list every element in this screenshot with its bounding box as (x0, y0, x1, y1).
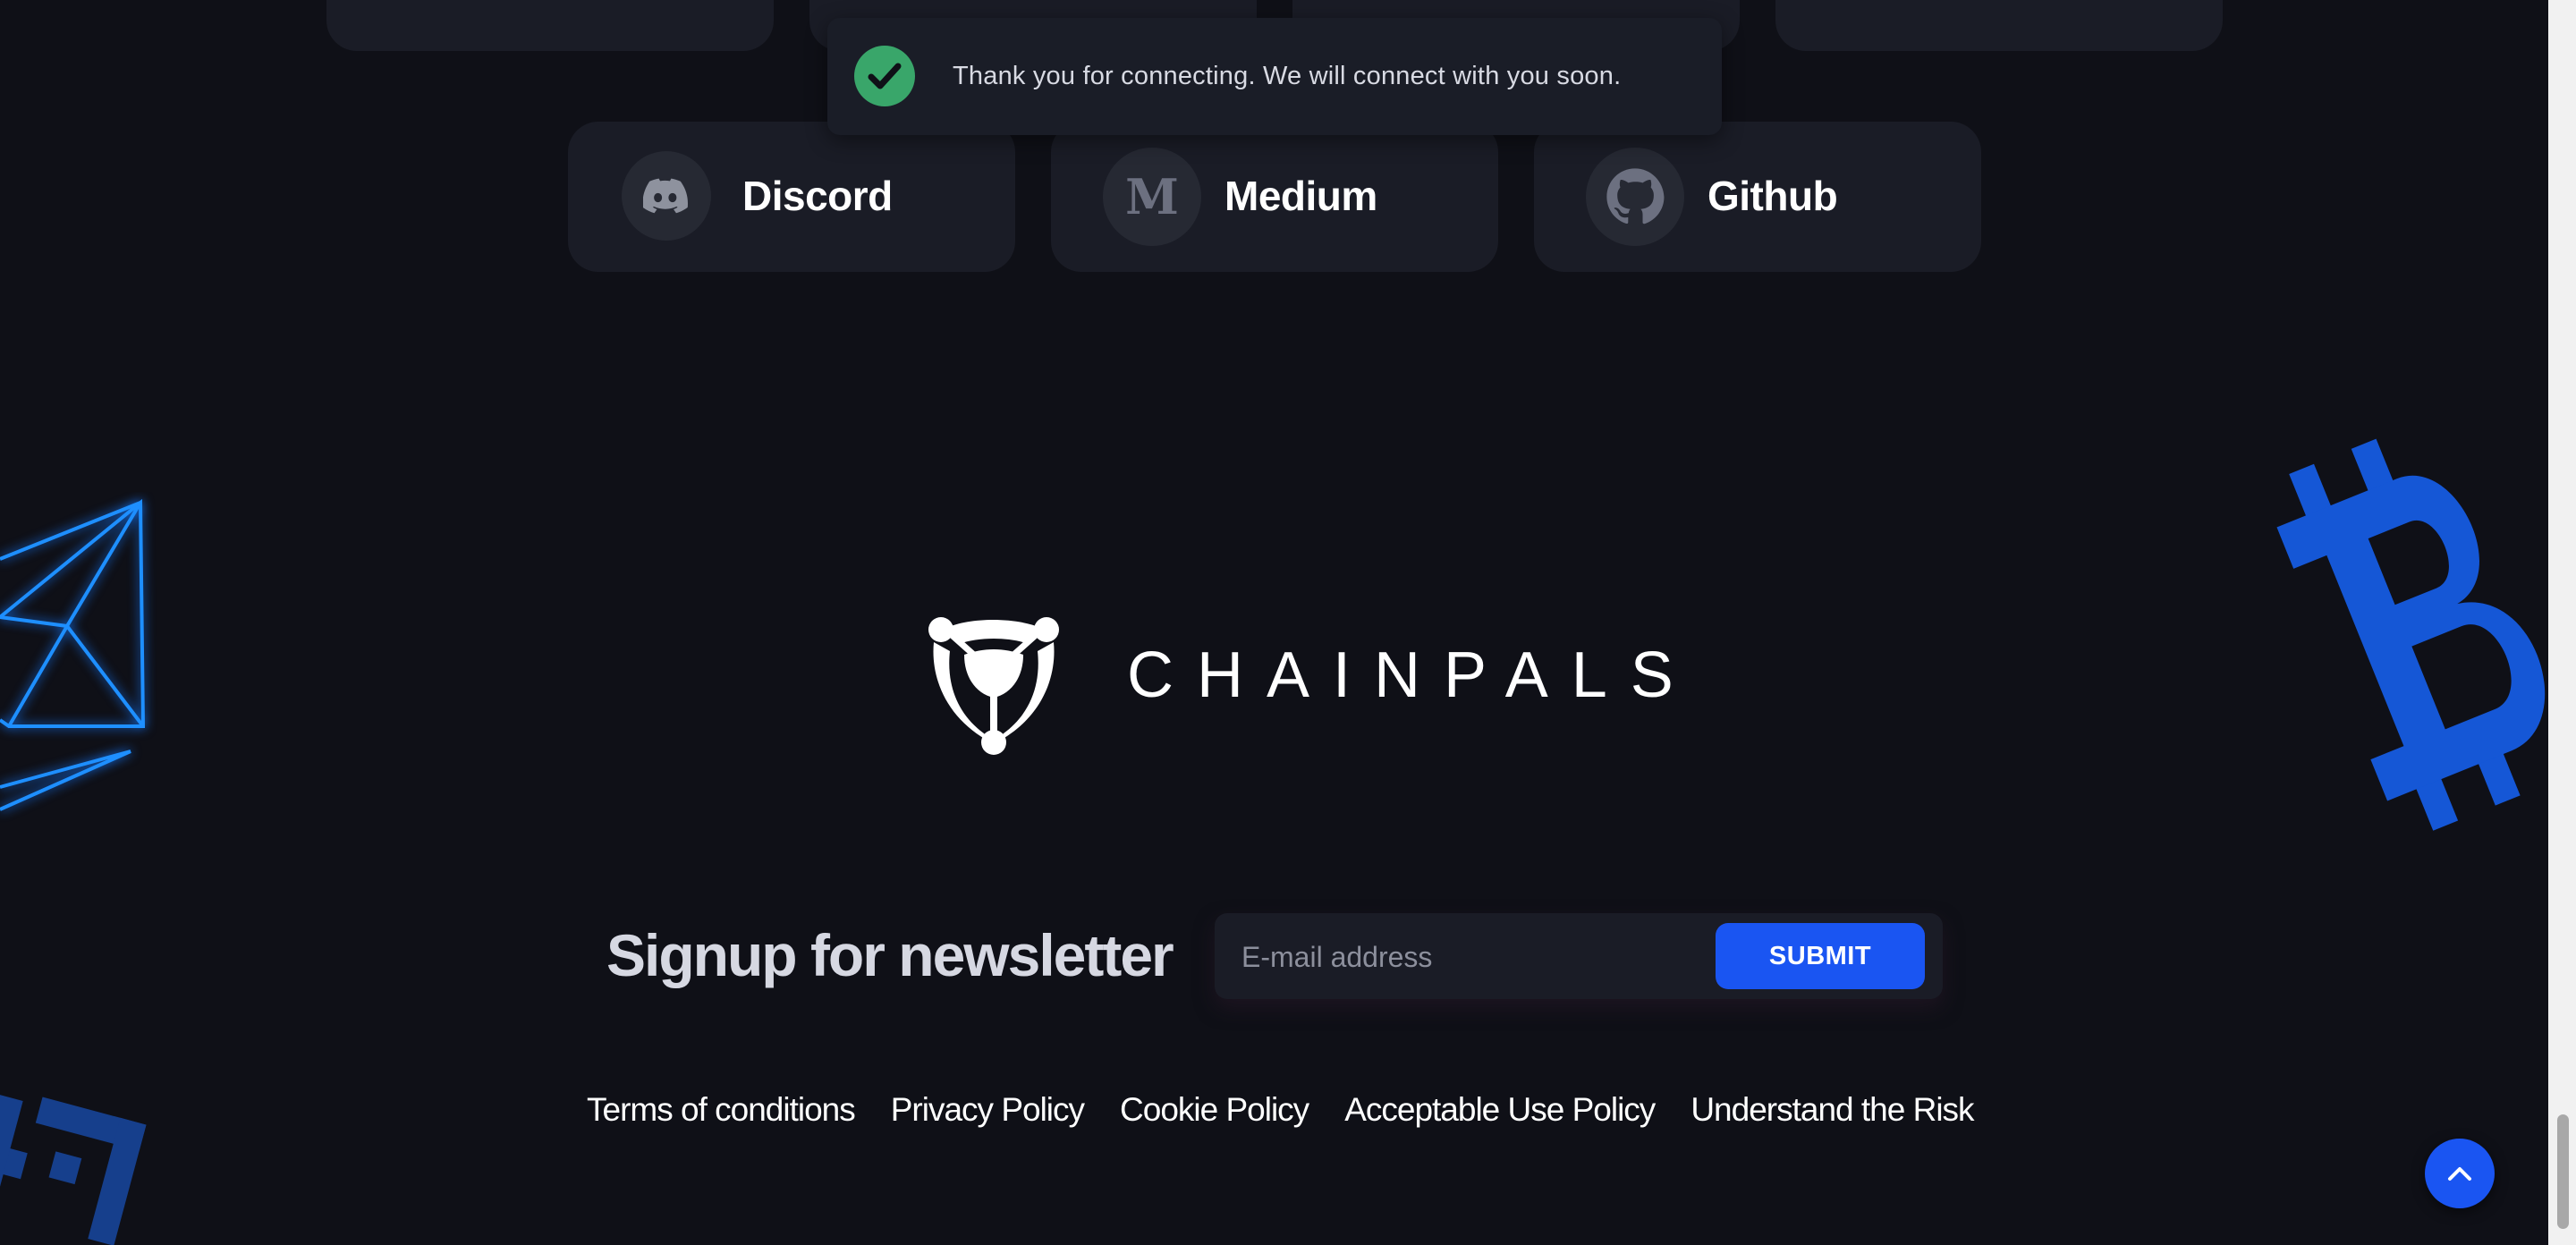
social-card[interactable] (1775, 0, 2223, 51)
scroll-to-top-button[interactable] (2425, 1139, 2495, 1208)
github-label: Github (1707, 173, 1838, 219)
scrollbar-track[interactable] (2548, 0, 2576, 1245)
email-field[interactable] (1240, 927, 1708, 987)
acceptable-use-policy-link[interactable]: Acceptable Use Policy (1344, 1091, 1656, 1129)
privacy-policy-link[interactable]: Privacy Policy (891, 1091, 1085, 1129)
social-card[interactable] (326, 0, 774, 51)
newsletter-title: Signup for newsletter (606, 922, 1174, 988)
discord-label: Discord (742, 173, 893, 219)
github-card[interactable]: Github (1534, 122, 1981, 272)
ethereum-outline-icon (0, 498, 146, 811)
chevron-up-icon (2448, 1167, 2471, 1181)
check-circle-icon (854, 46, 915, 106)
medium-icon: M (1103, 148, 1201, 246)
binance-icon (0, 1094, 147, 1245)
chainpals-logo-icon (928, 617, 1059, 755)
discord-card[interactable]: Discord (568, 122, 1015, 272)
bitcoin-icon (2276, 438, 2546, 831)
toast-message: Thank you for connecting. We will connec… (953, 62, 1622, 90)
submit-button[interactable]: SUBMIT (1716, 923, 1925, 989)
footer-nav: Terms of conditions Privacy Policy Cooki… (587, 1091, 1975, 1129)
scrollbar-thumb[interactable] (2557, 1114, 2569, 1229)
understand-the-risk-link[interactable]: Understand the Risk (1690, 1091, 1974, 1129)
medium-card[interactable]: M Medium (1051, 122, 1498, 272)
newsletter-form: SUBMIT (1215, 913, 1943, 999)
github-icon (1586, 148, 1684, 246)
success-toast: Thank you for connecting. We will connec… (827, 18, 1722, 135)
terms-link[interactable]: Terms of conditions (587, 1091, 856, 1129)
brand-wordmark: CHAINPALS (1127, 639, 1697, 711)
discord-icon (622, 151, 711, 241)
cookie-policy-link[interactable]: Cookie Policy (1120, 1091, 1309, 1129)
medium-label: Medium (1224, 173, 1377, 219)
